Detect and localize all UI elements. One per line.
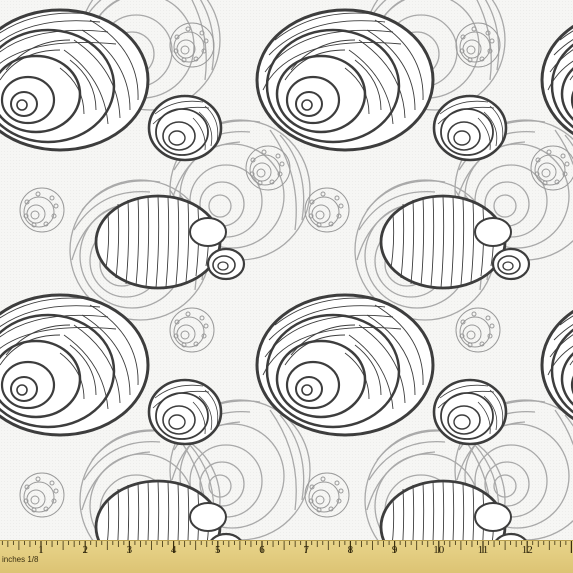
snail-shell-pattern xyxy=(0,0,573,573)
ruler-number: 2 xyxy=(82,544,88,556)
ruler-number: 12 xyxy=(521,544,533,556)
ruler-number: 9 xyxy=(391,544,398,556)
ruler-unit-label: inches 1/8 xyxy=(2,555,39,564)
ruler-number: 5 xyxy=(215,544,221,556)
measuring-ruler: inches 1/8 1 2 3 4 5 6 7 8 9 10 11 12 xyxy=(0,540,573,573)
ruler-number: 6 xyxy=(259,544,265,556)
ruler-number: 8 xyxy=(347,544,354,556)
fabric-swatch: inches 1/8 1 2 3 4 5 6 7 8 9 10 11 12 xyxy=(0,0,573,573)
ruler-number: 11 xyxy=(477,544,489,556)
ruler-number: 1 xyxy=(38,544,44,556)
ruler-number: 3 xyxy=(126,544,133,556)
ruler-number: 7 xyxy=(303,544,309,556)
ruler-number: 4 xyxy=(170,544,177,556)
ruler-number: 10 xyxy=(433,544,445,556)
